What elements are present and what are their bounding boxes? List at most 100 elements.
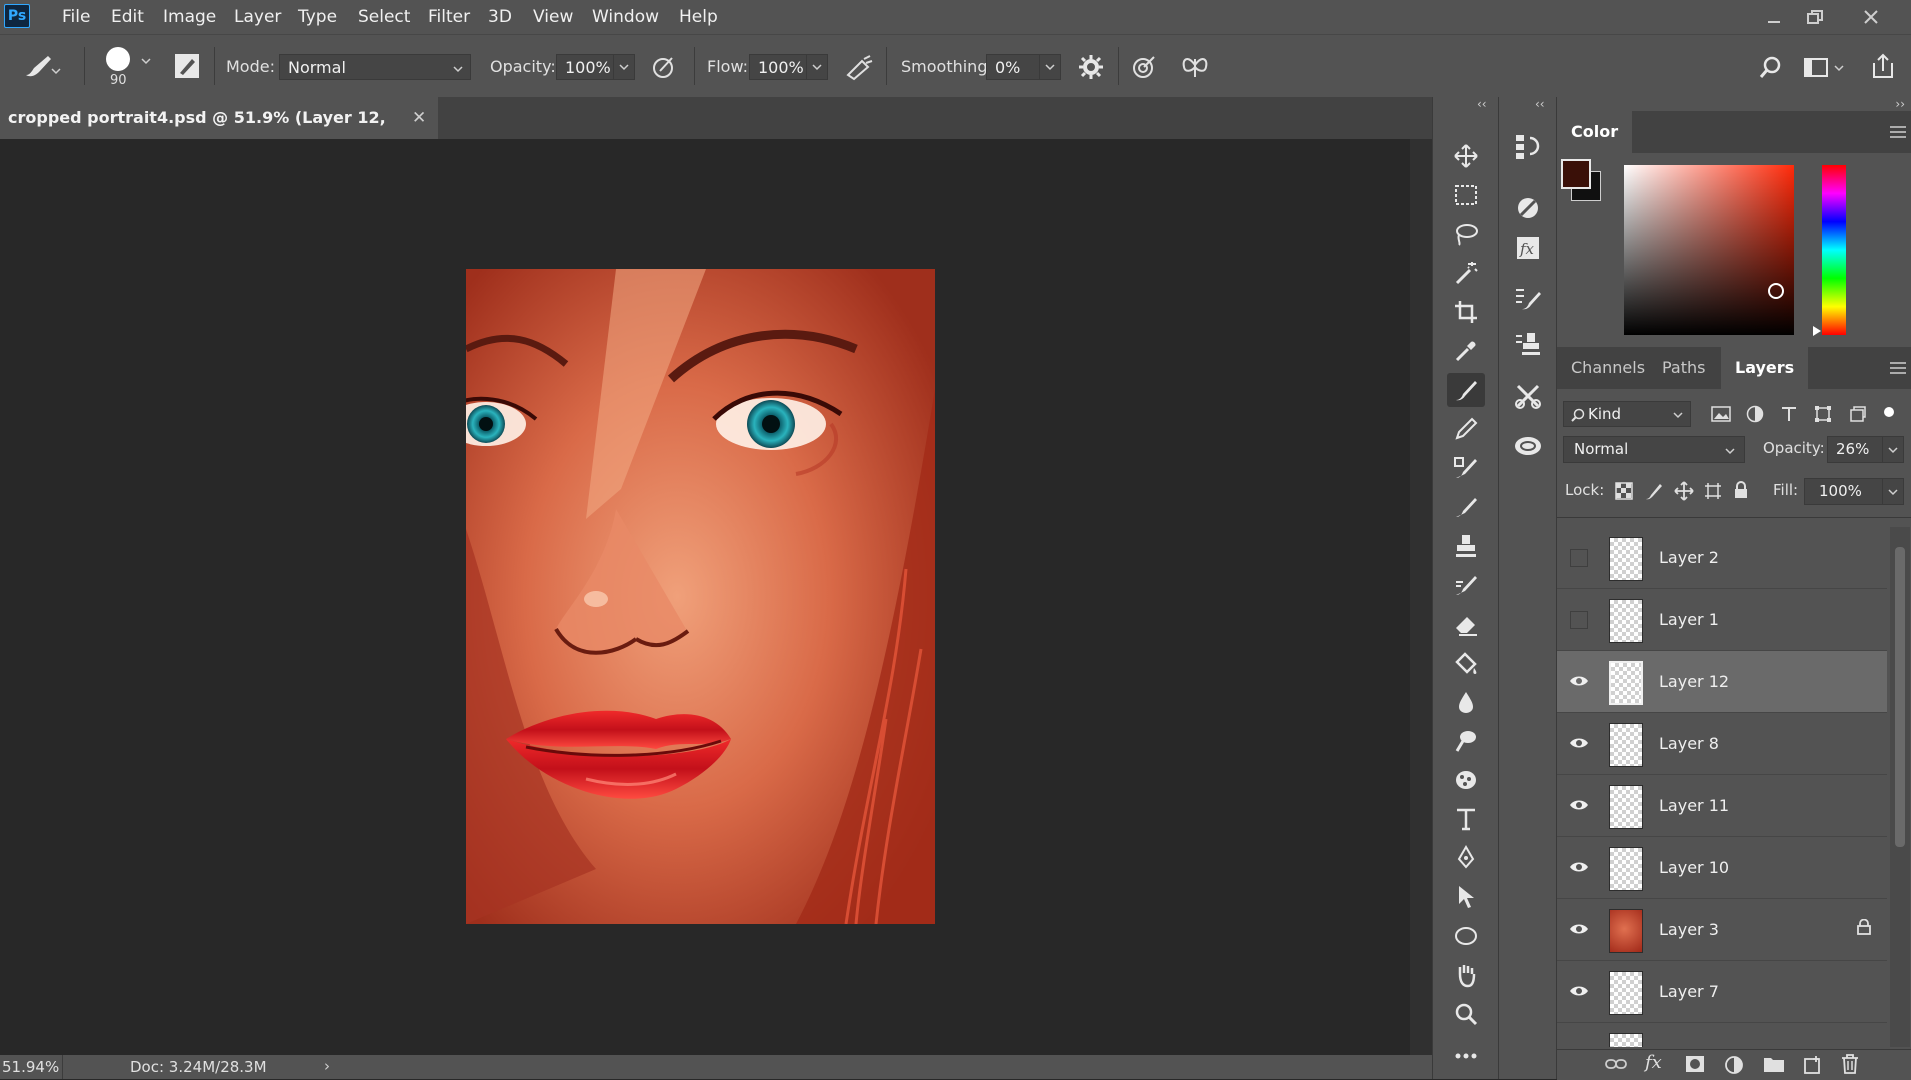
visibility-toggle-empty[interactable] (1570, 611, 1588, 629)
visibility-toggle-empty[interactable] (1570, 549, 1588, 567)
layers-scrollbar[interactable] (1890, 527, 1910, 1047)
eye-icon[interactable] (1569, 857, 1589, 877)
menu-window[interactable]: Window (590, 0, 661, 34)
crop-tool-icon[interactable] (1447, 295, 1485, 329)
smudge-tool-icon[interactable] (1447, 568, 1485, 602)
workspace-icon[interactable] (1803, 55, 1847, 81)
minimize-button[interactable] (1754, 0, 1794, 34)
type-tool-icon[interactable] (1447, 802, 1485, 836)
eye-icon[interactable] (1569, 981, 1589, 1001)
layer-row-partial[interactable] (1557, 1023, 1887, 1047)
more-tools-icon[interactable] (1447, 1039, 1485, 1073)
clone-stamp-tool-icon[interactable] (1447, 529, 1485, 563)
marquee-tool-icon[interactable] (1447, 178, 1485, 212)
tab-layers[interactable]: Layers (1721, 347, 1809, 389)
layer-name[interactable]: Layer 10 (1659, 837, 1729, 898)
layer-name[interactable]: Layer 12 (1659, 651, 1729, 712)
magic-wand-tool-icon[interactable] (1447, 256, 1485, 290)
pencil-tool-icon[interactable] (1447, 412, 1485, 446)
filter-toggle[interactable] (1884, 407, 1894, 417)
ellipse-tool-icon[interactable] (1447, 919, 1485, 953)
layer-name[interactable]: Layer 8 (1659, 713, 1719, 774)
close-tab-icon[interactable]: ✕ (412, 97, 426, 139)
dodge-tool-icon[interactable] (1447, 724, 1485, 758)
menu-help[interactable]: Help (677, 0, 720, 34)
add-mask-icon[interactable] (1685, 1055, 1705, 1073)
brush-preset-icon[interactable] (22, 53, 62, 81)
layers-scrollbar-thumb[interactable] (1895, 547, 1905, 847)
menu-image[interactable]: Image (161, 0, 218, 34)
hamburger-menu-icon[interactable] (1890, 362, 1906, 374)
hue-slider-marker[interactable] (1813, 326, 1821, 336)
search-icon[interactable] (1758, 55, 1784, 81)
lock-all-icon[interactable] (1733, 481, 1749, 499)
layer-row[interactable]: Layer 8 (1557, 713, 1887, 775)
lasso-tool-icon[interactable] (1447, 217, 1485, 251)
layer-row[interactable]: Layer 11 (1557, 775, 1887, 837)
opacity-dropdown[interactable] (613, 54, 635, 80)
document-tab[interactable]: cropped portrait4.psd @ 51.9% (Layer 12,… (0, 97, 438, 169)
tab-paths[interactable]: Paths (1648, 347, 1719, 389)
flow-input[interactable]: 100% (749, 54, 807, 80)
layer-name[interactable]: Layer 7 (1659, 961, 1719, 1022)
styles-panel-icon[interactable]: fx (1509, 229, 1547, 267)
restore-button[interactable] (1795, 0, 1835, 34)
menu-type[interactable]: Type (296, 0, 339, 34)
lock-position-icon[interactable] (1674, 481, 1694, 501)
color-picker-cursor[interactable] (1768, 283, 1784, 299)
sponge-tool-icon[interactable] (1447, 763, 1485, 797)
hue-slider[interactable] (1822, 165, 1846, 335)
menu-layer[interactable]: Layer (232, 0, 283, 34)
brush-size-preview[interactable] (106, 47, 130, 71)
hand-tool-icon[interactable] (1447, 958, 1485, 992)
zoom-tool-icon[interactable] (1447, 997, 1485, 1031)
flow-dropdown[interactable] (806, 54, 828, 80)
layer-row[interactable]: Layer 7 (1557, 961, 1887, 1023)
menu-edit[interactable]: Edit (109, 0, 146, 34)
trash-icon[interactable] (1841, 1054, 1859, 1074)
filter-adjustment-icon[interactable] (1746, 405, 1764, 423)
paint-bucket-tool-icon[interactable] (1447, 646, 1485, 680)
blend-mode-select[interactable]: Normal (1563, 436, 1745, 463)
mixer-brush-tool-icon[interactable] (1447, 451, 1485, 485)
lock-image-pixels-icon[interactable] (1645, 482, 1663, 500)
eye-icon[interactable] (1569, 671, 1589, 691)
adjustment-layer-icon[interactable] (1724, 1055, 1744, 1075)
mode-select[interactable]: Normal (279, 54, 471, 80)
brush-settings-panel-icon[interactable] (174, 53, 200, 79)
libraries-panel-icon[interactable] (1509, 427, 1547, 465)
move-tool-icon[interactable] (1447, 139, 1485, 173)
layer-row[interactable]: Layer 2 (1557, 527, 1887, 589)
lock-transparent-pixels-icon[interactable] (1615, 482, 1633, 500)
eye-icon[interactable] (1569, 795, 1589, 815)
history-brush-tool-icon[interactable] (1447, 490, 1485, 524)
adjustments-panel-icon[interactable] (1509, 189, 1547, 227)
new-layer-icon[interactable] (1803, 1055, 1823, 1075)
collapse-tools-icon[interactable]: ‹‹ (1477, 97, 1487, 111)
pressure-size-icon[interactable] (1130, 53, 1158, 81)
collapse-strip-icon[interactable]: ‹‹ (1535, 97, 1545, 111)
filter-shape-icon[interactable] (1814, 405, 1832, 423)
layer-name[interactable]: Layer 11 (1659, 775, 1729, 836)
menu-filter[interactable]: Filter (426, 0, 472, 34)
layer-name[interactable]: Layer 2 (1659, 527, 1719, 588)
layer-name[interactable]: Layer 1 (1659, 589, 1719, 650)
fx-icon[interactable]: fx (1645, 1052, 1662, 1073)
layer-row[interactable]: Layer 3 (1557, 899, 1887, 961)
brush-tool-icon[interactable] (1447, 373, 1485, 407)
pen-tool-icon[interactable] (1447, 841, 1485, 875)
layer-row-selected[interactable]: Layer 12 (1557, 651, 1887, 713)
path-selection-tool-icon[interactable] (1447, 880, 1485, 914)
link-layers-icon[interactable] (1605, 1056, 1627, 1072)
eye-icon[interactable] (1569, 733, 1589, 753)
chevron-down-icon[interactable] (140, 55, 152, 67)
filter-type-icon[interactable] (1780, 405, 1798, 423)
expand-panels-icon[interactable]: ›› (1895, 97, 1905, 111)
tab-color[interactable]: Color (1557, 111, 1633, 153)
share-icon[interactable] (1870, 51, 1896, 81)
smoothing-input[interactable]: 0% (986, 54, 1040, 80)
airbrush-icon[interactable] (844, 53, 874, 81)
layer-opacity-dropdown[interactable] (1882, 436, 1904, 463)
brushes-panel-icon[interactable] (1509, 279, 1547, 317)
menu-file[interactable]: File (60, 0, 92, 34)
